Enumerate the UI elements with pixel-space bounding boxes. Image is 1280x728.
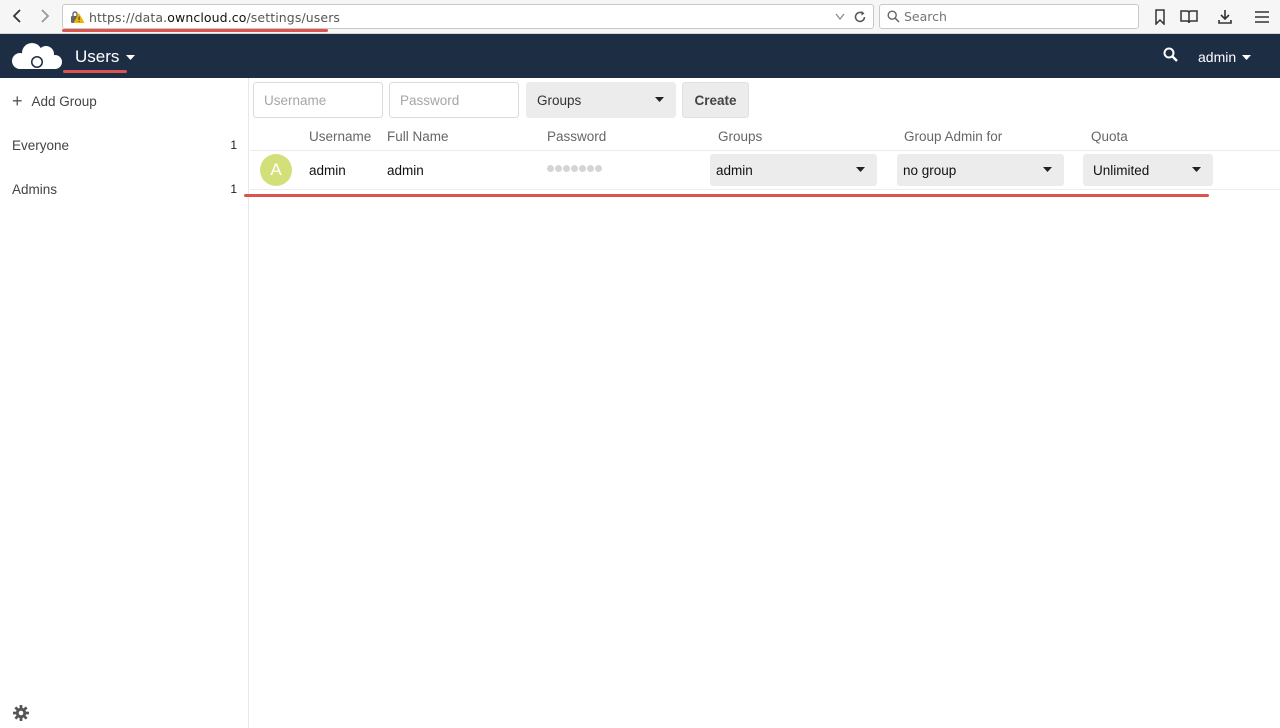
add-group-label: Add Group	[31, 93, 97, 109]
url-highlight-mark	[62, 29, 328, 32]
caret-down-icon	[1192, 167, 1201, 172]
sidebar-item-everyone[interactable]: Everyone 1	[0, 125, 249, 165]
user-groups-select[interactable]: admin	[710, 154, 877, 186]
user-name: admin	[1198, 49, 1237, 65]
browser-menu-button[interactable]	[1252, 7, 1272, 27]
column-header-quota[interactable]: Quota	[1091, 129, 1128, 144]
reload-icon[interactable]	[853, 10, 867, 24]
settings-button[interactable]	[12, 704, 30, 725]
group-name: Everyone	[12, 137, 70, 153]
users-main: Groups Create Username Full Name Passwor…	[244, 78, 1280, 728]
group-admin-value: no group	[903, 162, 957, 178]
user-menu[interactable]: admin	[1198, 49, 1252, 65]
row-highlight-mark	[244, 194, 1209, 197]
search-icon	[1163, 47, 1178, 62]
column-header-group-admin-for[interactable]: Group Admin for	[904, 129, 1002, 144]
new-username-input[interactable]	[253, 82, 383, 118]
chevron-left-icon	[12, 9, 21, 23]
caret-down-icon	[856, 167, 865, 172]
forward-button[interactable]	[35, 6, 55, 26]
avatar-letter: A	[270, 160, 282, 179]
quota-value: Unlimited	[1093, 162, 1150, 178]
caret-down-icon	[655, 97, 664, 102]
insecure-lock-icon	[71, 11, 85, 23]
new-password-input[interactable]	[389, 82, 519, 118]
group-count: 1	[230, 182, 237, 196]
gear-icon	[13, 705, 29, 721]
full-name-cell[interactable]: admin	[387, 163, 424, 178]
column-header-groups[interactable]: Groups	[718, 129, 762, 144]
username-cell: admin	[309, 163, 346, 178]
url-text: https://data.owncloud.co/settings/users	[89, 10, 341, 25]
new-user-groups-select[interactable]: Groups	[526, 82, 676, 118]
group-name: Admins	[12, 181, 58, 197]
browser-search-input[interactable]	[904, 9, 1124, 24]
download-icon	[1218, 10, 1232, 24]
group-admin-select[interactable]: no group	[897, 154, 1064, 186]
app-menu-highlight-mark	[63, 70, 127, 73]
user-groups-value: admin	[716, 162, 753, 178]
groups-sidebar: + Add Group Everyone 1 Admins 1	[0, 78, 249, 728]
caret-down-icon	[126, 55, 136, 60]
owncloud-logo-icon[interactable]	[10, 41, 64, 71]
table-divider	[250, 189, 1280, 190]
back-button[interactable]	[7, 6, 27, 26]
search-icon	[887, 10, 900, 23]
sidebar-item-admins[interactable]: Admins 1	[0, 169, 249, 209]
bookmark-icon	[1155, 9, 1165, 25]
header-search-button[interactable]	[1163, 47, 1179, 66]
url-bar[interactable]: https://data.owncloud.co/settings/users	[62, 4, 874, 29]
caret-down-icon	[1242, 55, 1252, 60]
bookmarks-button[interactable]	[1150, 7, 1170, 27]
browser-toolbar: https://data.owncloud.co/settings/users	[0, 0, 1280, 34]
reader-view-button[interactable]	[1179, 7, 1199, 27]
quota-select[interactable]: Unlimited	[1083, 154, 1213, 186]
avatar: A	[260, 154, 292, 186]
plus-icon: +	[12, 91, 23, 111]
group-count: 1	[230, 138, 237, 152]
groups-select-label: Groups	[537, 92, 582, 108]
add-group-button[interactable]: + Add Group	[12, 92, 97, 110]
column-header-password[interactable]: Password	[547, 129, 606, 144]
app-header: Users admin	[0, 34, 1280, 78]
column-header-username[interactable]: Username	[309, 129, 371, 144]
hamburger-icon	[1255, 11, 1269, 23]
caret-down-icon	[1043, 167, 1052, 172]
chevron-right-icon	[41, 9, 50, 23]
table-divider	[250, 150, 1280, 151]
create-user-button[interactable]: Create	[682, 82, 749, 118]
dropdown-arrow-icon[interactable]	[835, 13, 845, 21]
book-icon	[1180, 10, 1198, 24]
browser-search-bar[interactable]	[879, 4, 1139, 29]
column-header-full-name[interactable]: Full Name	[387, 129, 449, 144]
downloads-button[interactable]	[1215, 7, 1235, 27]
password-cell[interactable]	[547, 165, 602, 172]
app-name: Users	[75, 47, 120, 66]
app-menu-toggle[interactable]: Users	[75, 47, 136, 67]
